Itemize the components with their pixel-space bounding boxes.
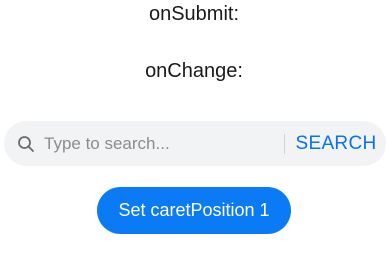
search-button[interactable]: SEARCH xyxy=(286,121,386,166)
search-bar: SEARCH xyxy=(4,121,386,166)
set-caret-position-button[interactable]: Set caretPosition 1 xyxy=(97,187,291,234)
on-change-label: onChange: xyxy=(145,60,243,82)
search-input[interactable] xyxy=(44,130,274,158)
search-divider xyxy=(284,134,285,154)
on-submit-label: onSubmit: xyxy=(148,3,240,25)
search-icon xyxy=(17,135,35,153)
